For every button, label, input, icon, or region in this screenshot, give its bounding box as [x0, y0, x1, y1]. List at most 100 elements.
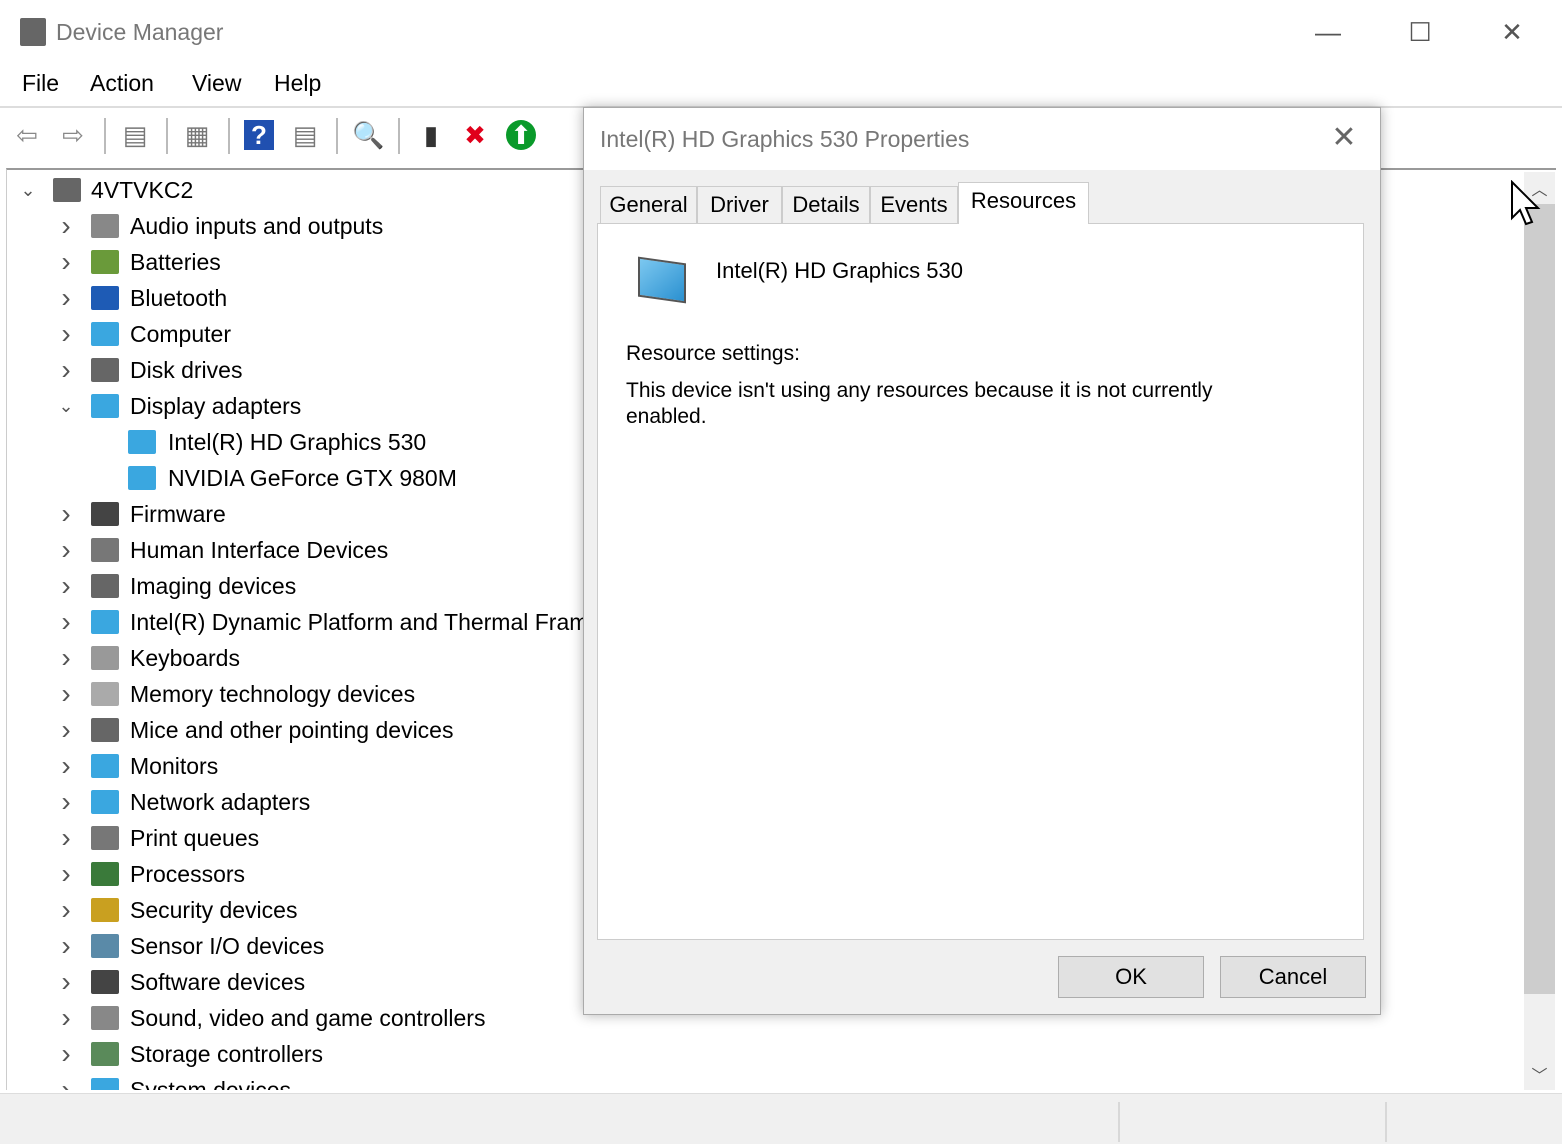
dialog-close-button[interactable]: ✕ [1324, 120, 1364, 155]
menu-view[interactable]: View [192, 70, 241, 97]
expand-chevron-icon[interactable]: › [56, 748, 76, 784]
toolbar-separator [104, 118, 106, 154]
cancel-button[interactable]: Cancel [1220, 956, 1366, 998]
tree-item[interactable]: › Security devices [7, 892, 607, 928]
minimize-button[interactable]: — [1298, 10, 1358, 54]
tree-item[interactable]: › Sensor I/O devices [7, 928, 607, 964]
expand-chevron-icon[interactable]: › [56, 352, 76, 388]
tree-item[interactable]: › Audio inputs and outputs [7, 208, 607, 244]
expand-chevron-icon[interactable]: › [56, 208, 76, 244]
expand-chevron-icon[interactable]: › [56, 316, 76, 352]
update-driver-icon[interactable]: ▮ [416, 120, 446, 150]
menu-action[interactable]: Action [90, 70, 154, 97]
tree-item-label: Sensor I/O devices [130, 933, 325, 959]
tree-item-label: Human Interface Devices [130, 537, 389, 563]
show-hide-console-tree-icon[interactable]: ▤ [120, 120, 150, 150]
toolbar-separator [398, 118, 400, 154]
forward-icon[interactable]: ⇨ [58, 120, 88, 150]
tree-item[interactable]: › Sound, video and game controllers [7, 1000, 607, 1036]
expand-chevron-icon[interactable]: › [56, 784, 76, 820]
expand-chevron-icon[interactable]: › [56, 964, 76, 1000]
expand-chevron-icon[interactable]: › [56, 1036, 76, 1072]
tree-item-label: Network adapters [130, 789, 311, 815]
expand-chevron-icon[interactable]: › [56, 928, 76, 964]
device-category-icon [91, 862, 119, 886]
scrollbar-thumb[interactable] [1524, 204, 1555, 994]
collapse-chevron-icon[interactable]: ⌄ [56, 388, 76, 424]
tab-resources[interactable]: Resources [958, 182, 1089, 224]
device-category-icon [91, 934, 119, 958]
device-category-icon [91, 358, 119, 382]
expand-chevron-icon[interactable]: › [56, 604, 76, 640]
tree-item[interactable]: › Storage controllers [7, 1036, 607, 1072]
vertical-scrollbar[interactable]: ︿ ﹀ [1524, 172, 1555, 1090]
show-action-pane-icon[interactable]: ▤ [290, 120, 320, 150]
tree-item[interactable]: ⌄ Display adapters [7, 388, 607, 424]
expand-chevron-icon[interactable]: › [56, 820, 76, 856]
device-category-icon [91, 286, 119, 310]
tree-item-label: Software devices [130, 969, 306, 995]
tree-item[interactable]: › Print queues [7, 820, 607, 856]
tree-root-computer[interactable]: ⌄ 4VTVKC2 [7, 172, 607, 208]
enable-device-icon[interactable]: ⬆ [506, 120, 536, 150]
expand-chevron-icon[interactable]: › [56, 892, 76, 928]
tree-item[interactable]: › Imaging devices [7, 568, 607, 604]
expand-chevron-icon[interactable]: › [56, 856, 76, 892]
tree-item[interactable]: › Network adapters [7, 784, 607, 820]
tab-general[interactable]: General [600, 186, 697, 223]
tree-item[interactable]: › Disk drives [7, 352, 607, 388]
device-category-icon [91, 1042, 119, 1066]
tree-item[interactable]: › Memory technology devices [7, 676, 607, 712]
tab-driver[interactable]: Driver [697, 186, 782, 223]
tree-item[interactable]: › Software devices [7, 964, 607, 1000]
properties-icon[interactable]: ▦ [182, 120, 212, 150]
tree-child-item[interactable]: Intel(R) HD Graphics 530 [7, 424, 607, 460]
properties-dialog: Intel(R) HD Graphics 530 Properties ✕ Ge… [583, 107, 1381, 1015]
dialog-title-bar: Intel(R) HD Graphics 530 Properties ✕ [584, 108, 1380, 170]
expand-chevron-icon[interactable]: › [56, 712, 76, 748]
tree-item-label: Bluetooth [130, 285, 228, 311]
scroll-down-icon[interactable]: ﹀ [1524, 1062, 1555, 1086]
back-icon[interactable]: ⇦ [12, 120, 42, 150]
menu-file[interactable]: File [22, 70, 59, 97]
expand-chevron-icon[interactable]: › [56, 1000, 76, 1036]
device-category-icon [91, 970, 119, 994]
uninstall-device-icon[interactable]: ✖ [460, 120, 490, 150]
device-manager-app-icon [20, 18, 46, 46]
expand-chevron-icon[interactable]: › [56, 568, 76, 604]
close-button[interactable]: ✕ [1482, 10, 1542, 54]
menu-help[interactable]: Help [274, 70, 321, 97]
tree-item[interactable]: › Human Interface Devices [7, 532, 607, 568]
tree-item[interactable]: › Processors [7, 856, 607, 892]
tree-item-label: Imaging devices [130, 573, 297, 599]
device-category-icon [91, 790, 119, 814]
maximize-button[interactable]: ☐ [1390, 10, 1450, 54]
scan-hardware-icon[interactable]: 🔍 [352, 120, 384, 150]
help-icon[interactable]: ? [244, 120, 274, 150]
tree-item[interactable]: › Mice and other pointing devices [7, 712, 607, 748]
expand-chevron-icon[interactable]: › [56, 676, 76, 712]
expand-chevron-icon[interactable]: › [56, 640, 76, 676]
expand-chevron-icon[interactable]: › [56, 244, 76, 280]
expand-chevron-icon[interactable]: › [56, 1072, 76, 1090]
ok-button[interactable]: OK [1058, 956, 1204, 998]
tree-item-label: Sound, video and game controllers [130, 1005, 486, 1031]
device-category-icon [53, 178, 81, 202]
tree-item[interactable]: › Computer [7, 316, 607, 352]
device-category-icon [128, 430, 156, 454]
tree-item[interactable]: › Bluetooth [7, 280, 607, 316]
tree-item[interactable]: › Keyboards [7, 640, 607, 676]
tab-details[interactable]: Details [782, 186, 870, 223]
expand-chevron-icon[interactable]: › [56, 280, 76, 316]
tree-item[interactable]: › Batteries [7, 244, 607, 280]
tree-item[interactable]: › Intel(R) Dynamic Platform and Thermal F… [7, 604, 649, 640]
expand-chevron-icon[interactable]: › [56, 496, 76, 532]
expand-chevron-icon[interactable]: › [56, 532, 76, 568]
tree-item[interactable]: › Firmware [7, 496, 607, 532]
tree-item-label: System devices [130, 1077, 292, 1090]
tab-events[interactable]: Events [870, 186, 958, 223]
tree-child-item[interactable]: NVIDIA GeForce GTX 980M [7, 460, 607, 496]
collapse-chevron-icon[interactable]: ⌄ [18, 172, 38, 208]
tree-item[interactable]: › Monitors [7, 748, 607, 784]
tree-item[interactable]: › System devices [7, 1072, 607, 1090]
